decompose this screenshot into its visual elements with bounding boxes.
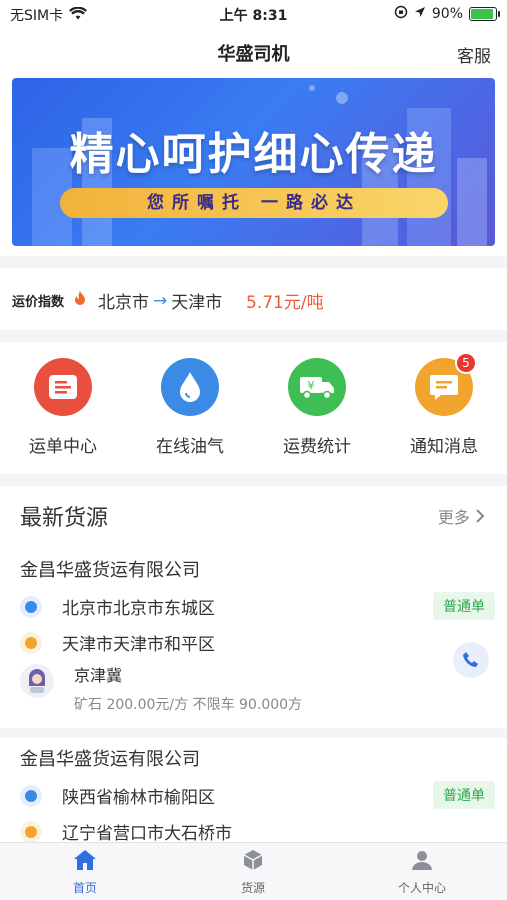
oil-drop-icon	[161, 358, 219, 416]
tab-profile[interactable]: 个人中心	[362, 849, 482, 896]
cargo-origin: 陕西省榆林市榆阳区	[62, 788, 215, 808]
tab-home[interactable]: 首页	[25, 849, 145, 896]
price-index-label: 运价指数	[12, 295, 65, 310]
tab-bar: 首页 货源 个人中心	[0, 842, 507, 900]
phone-icon	[463, 652, 478, 667]
banner-tagline: 您所嘱托 一路必达	[60, 188, 448, 218]
more-button[interactable]: 更多	[438, 504, 485, 528]
origin-dot-icon	[20, 784, 42, 807]
user-icon	[412, 851, 432, 870]
origin-dot-icon	[20, 595, 42, 618]
cargo-card[interactable]: 金昌华盛货运有限公司 陕西省榆林市榆阳区 普通单 辽宁省营口市大石桥市	[0, 745, 507, 845]
avatar	[20, 664, 54, 698]
customer-service-button[interactable]: 客服	[457, 42, 491, 67]
location-arrow-icon	[414, 6, 426, 22]
promo-banner[interactable]: 精心呵护细心传递 您所嘱托 一路必达	[12, 78, 495, 246]
cargo-origin: 北京市北京市东城区	[62, 599, 215, 619]
quick-action-waybill[interactable]: 运单中心	[8, 358, 118, 457]
phone-call-button[interactable]	[453, 642, 489, 678]
cargo-origin-row: 北京市北京市东城区	[20, 594, 215, 619]
quick-action-freight-stats[interactable]: ¥ 运费统计	[262, 358, 372, 457]
quick-action-label: 运单中心	[29, 437, 97, 457]
cargo-detail: 矿石 200.00元/方 不限车 90.000方	[74, 697, 303, 713]
home-icon	[74, 850, 96, 870]
quick-action-notifications[interactable]: 5 通知消息	[389, 352, 499, 457]
order-type-badge: 普通单	[433, 592, 495, 620]
cargo-destination: 辽宁省营口市大石桥市	[62, 824, 232, 844]
svg-text:¥: ¥	[308, 379, 315, 392]
cargo-destination-row: 辽宁省营口市大石桥市	[20, 819, 232, 844]
price-value: 5.71元/吨	[246, 293, 324, 313]
orientation-lock-icon	[394, 5, 408, 23]
tab-cargo[interactable]: 货源	[193, 849, 313, 896]
quick-actions: 运单中心 在线油气 ¥ 运费统计 5 通知消息	[0, 350, 507, 470]
section-title: 最新货源	[20, 506, 109, 531]
more-label: 更多	[437, 508, 470, 527]
destination-dot-icon	[20, 631, 42, 654]
battery-percent: 90%	[431, 6, 463, 22]
tab-label: 首页	[72, 881, 97, 895]
shipper-info: 京津冀 矿石 200.00元/方 不限车 90.000方	[20, 664, 302, 714]
battery-icon	[469, 7, 500, 21]
notification-badge: 5	[455, 352, 477, 374]
quick-action-label: 通知消息	[410, 437, 478, 457]
price-index-row[interactable]: 运价指数 北京市 → 天津市 5.71元/吨	[0, 272, 507, 326]
fire-icon	[73, 291, 87, 311]
cargo-destination-row: 天津市天津市和平区	[20, 630, 215, 655]
tab-label: 货源	[240, 881, 265, 895]
quick-action-label: 在线油气	[156, 437, 224, 457]
cargo-origin-row: 陕西省榆林市榆阳区	[20, 783, 215, 808]
tab-label: 个人中心	[397, 881, 446, 895]
cargo-card[interactable]: 金昌华盛货运有限公司 北京市北京市东城区 普通单 天津市天津市和平区 京津冀 矿…	[0, 556, 507, 726]
latest-cargo-header: 最新货源 更多	[0, 494, 507, 538]
divider	[0, 728, 507, 738]
divider	[0, 330, 507, 342]
divider	[0, 474, 507, 486]
route-to: 天津市	[171, 293, 223, 313]
route-from: 北京市	[98, 293, 149, 313]
cargo-company: 金昌华盛货运有限公司	[20, 560, 200, 581]
waybill-icon	[34, 358, 92, 416]
nav-bar: 华盛司机 客服	[0, 28, 507, 74]
cargo-box-icon	[243, 850, 263, 870]
divider	[0, 256, 507, 268]
cargo-destination: 天津市天津市和平区	[62, 635, 215, 655]
shipper-name: 京津冀	[74, 666, 123, 685]
quick-action-label: 运费统计	[283, 437, 351, 457]
price-route: 北京市 → 天津市	[98, 288, 223, 314]
page-title: 华盛司机	[217, 44, 290, 65]
destination-dot-icon	[20, 820, 42, 843]
message-icon: 5	[415, 352, 477, 416]
order-type-badge: 普通单	[433, 781, 495, 809]
quick-action-oil[interactable]: 在线油气	[135, 358, 245, 457]
status-bar: 无SIM卡 上午 8:31 90%	[0, 0, 507, 28]
cargo-company: 金昌华盛货运有限公司	[20, 749, 200, 770]
banner-headline: 精心呵护细心传递	[69, 129, 438, 180]
chevron-right-icon	[475, 508, 485, 527]
freight-truck-icon: ¥	[288, 358, 346, 416]
route-arrow: →	[153, 290, 168, 311]
